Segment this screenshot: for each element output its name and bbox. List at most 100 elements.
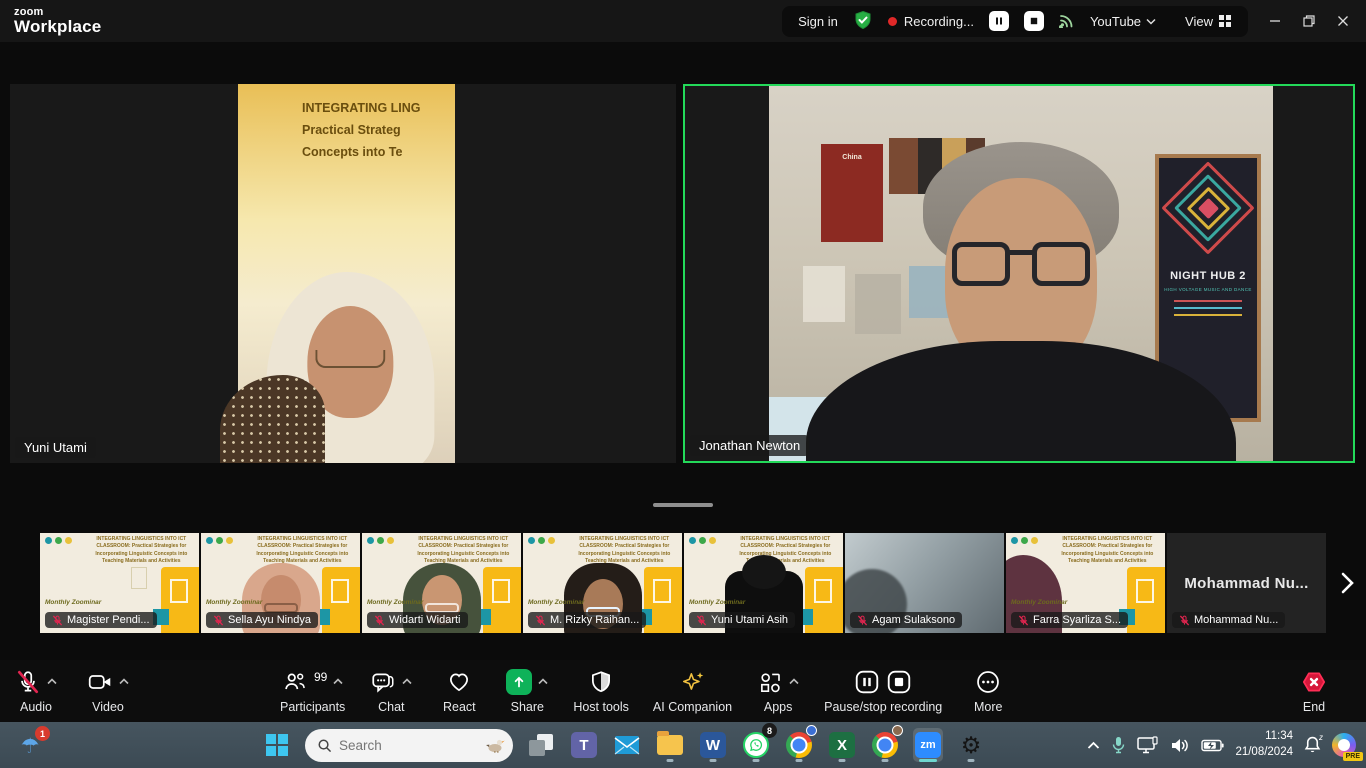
video-tile-yuni[interactable]: INTEGRATING LING Practical Strateg Conce… (10, 84, 676, 463)
zoom-app-button[interactable]: zm (913, 728, 943, 762)
grid-view-icon (1218, 14, 1232, 28)
chat-icon (370, 669, 396, 695)
notifications-bell-button[interactable]: z (1304, 736, 1321, 754)
audio-options-chevron[interactable] (47, 678, 57, 685)
start-button[interactable] (262, 728, 292, 762)
mic-in-use-indicator[interactable] (1111, 736, 1126, 754)
poster-diamonds (1172, 172, 1244, 244)
glasses-shape (315, 350, 385, 368)
participant-name-label: M. Rizky Raihan... (528, 612, 646, 628)
react-button[interactable]: React (437, 669, 481, 714)
sign-in-label: Sign in (798, 14, 838, 29)
participant-thumbnail[interactable]: INTEGRATING LINGUISTICS INTO ICT CLASSRO… (523, 533, 682, 633)
muted-mic-icon (1018, 615, 1029, 626)
mail-app-button[interactable] (612, 728, 642, 762)
chrome-icon (872, 732, 898, 758)
apps-button[interactable]: Apps (756, 669, 800, 714)
cast-display-indicator[interactable] (1137, 736, 1159, 755)
participants-button[interactable]: 99 Participants (280, 669, 345, 714)
chat-button[interactable]: Chat (369, 669, 413, 714)
slide-line-1: INTEGRATING LING (302, 98, 455, 120)
muted-mic-icon (857, 615, 868, 626)
youtube-live-button[interactable]: YouTube (1090, 14, 1156, 29)
participant-name-label: Mohammad Nu... (1172, 612, 1285, 628)
clock[interactable]: 11:34 21/08/2024 (1235, 729, 1293, 760)
security-shield-icon[interactable] (853, 10, 873, 33)
excel-app-button[interactable]: X (827, 728, 857, 762)
participant-thumbnail[interactable]: INTEGRATING LINGUISTICS INTO ICT CLASSRO… (684, 533, 843, 633)
participants-options-chevron[interactable] (333, 678, 343, 685)
muted-mic-icon (696, 615, 707, 626)
speaker-icon (1170, 737, 1190, 754)
zoom-icon: zm (915, 732, 941, 758)
slide-text: INTEGRATING LING Practical Strateg Conce… (238, 98, 455, 164)
taskbar-search[interactable] (305, 729, 513, 762)
participant-name-label: Jonathan Newton (690, 435, 809, 456)
youtube-label: YouTube (1090, 14, 1141, 29)
participants-count: 99 (314, 670, 327, 684)
mail-icon (614, 734, 640, 756)
ai-companion-sparkle-icon (680, 669, 706, 695)
task-view-button[interactable] (526, 728, 556, 762)
muted-mic-icon (374, 615, 385, 626)
participant-thumbnail[interactable]: INTEGRATING LINGUISTICS INTO ICT CLASSRO… (201, 533, 360, 633)
settings-button[interactable]: ⚙ (956, 728, 986, 762)
minimize-button[interactable] (1258, 6, 1292, 36)
stop-recording-icon (886, 669, 912, 695)
stop-recording-titlebar-button[interactable] (1024, 11, 1044, 31)
apps-options-chevron[interactable] (789, 678, 799, 685)
participant-name-label: Farra Syarliza S... (1011, 612, 1128, 628)
video-options-chevron[interactable] (119, 678, 129, 685)
participant-thumbnail[interactable]: INTEGRATING LINGUISTICS INTO ICT CLASSRO… (40, 533, 199, 633)
chrome-profile2-button[interactable] (870, 728, 900, 762)
ai-companion-button[interactable]: AI Companion (653, 669, 732, 714)
poster-subtitle: HIGH VOLTAGE MUSIC AND DANCE (1164, 287, 1252, 292)
participant-thumbnail[interactable]: INTEGRATING LINGUISTICS INTO ICT CLASSRO… (1006, 533, 1165, 633)
host-tools-button[interactable]: Host tools (573, 669, 629, 714)
tray-date: 21/08/2024 (1235, 745, 1293, 761)
chrome-button[interactable] (784, 728, 814, 762)
share-screen-icon (506, 669, 532, 695)
tray-overflow-chevron[interactable] (1087, 741, 1100, 750)
dnd-z-glyph: z (1319, 733, 1323, 742)
jonathan-video-feed: China NIGHT HUB 2 HIGH VOLTAGE MUSIC AND… (769, 86, 1273, 461)
battery-indicator[interactable] (1201, 739, 1224, 752)
recording-dot-icon (888, 17, 897, 26)
volume-indicator[interactable] (1170, 737, 1190, 754)
tray-display-icon (1137, 736, 1159, 755)
participant-thumbnail[interactable]: Mohammad Nu... Mohammad Nu... (1167, 533, 1326, 633)
folder-icon (657, 735, 683, 755)
share-button[interactable]: Share (505, 669, 549, 714)
zoom-workplace-logo: zoom Workplace (14, 7, 101, 36)
pause-recording-titlebar-button[interactable] (989, 11, 1009, 31)
shoulder-shape (220, 375, 325, 463)
tray-mic-icon (1111, 736, 1126, 754)
copilot-button[interactable]: PRE (1332, 733, 1356, 757)
search-input[interactable] (339, 738, 478, 753)
restore-button[interactable] (1292, 6, 1326, 36)
filmstrip-resize-handle[interactable] (653, 503, 713, 507)
sign-in-button[interactable]: Sign in (798, 14, 838, 29)
more-button[interactable]: More (966, 669, 1010, 714)
weather-widget-button[interactable]: ☂ 1 (14, 730, 46, 762)
video-button[interactable]: Video (86, 669, 130, 714)
end-meeting-button[interactable]: End (1292, 669, 1336, 714)
tray-time: 11:34 (1235, 729, 1293, 745)
audio-button[interactable]: Audio (14, 669, 58, 714)
participant-name-label: Yuni Utami Asih (689, 612, 795, 628)
close-button[interactable] (1326, 6, 1360, 36)
teams-app-button[interactable]: T (569, 728, 599, 762)
view-button[interactable]: View (1185, 14, 1232, 29)
chat-options-chevron[interactable] (402, 678, 412, 685)
share-options-chevron[interactable] (538, 678, 548, 685)
word-icon: W (700, 732, 726, 758)
more-ellipsis-icon (975, 669, 1001, 695)
participant-thumbnail[interactable]: INTEGRATING LINGUISTICS INTO ICT CLASSRO… (362, 533, 521, 633)
word-app-button[interactable]: W (698, 728, 728, 762)
pause-stop-recording-button[interactable]: Pause/stop recording (824, 669, 942, 714)
whatsapp-button[interactable]: 8 (741, 728, 771, 762)
participant-thumbnail[interactable]: Agam Sulaksono (845, 533, 1004, 633)
filmstrip-next-page-button[interactable] (1334, 566, 1360, 600)
video-tile-jonathan-active-speaker[interactable]: China NIGHT HUB 2 HIGH VOLTAGE MUSIC AND… (683, 84, 1355, 463)
file-explorer-button[interactable] (655, 728, 685, 762)
